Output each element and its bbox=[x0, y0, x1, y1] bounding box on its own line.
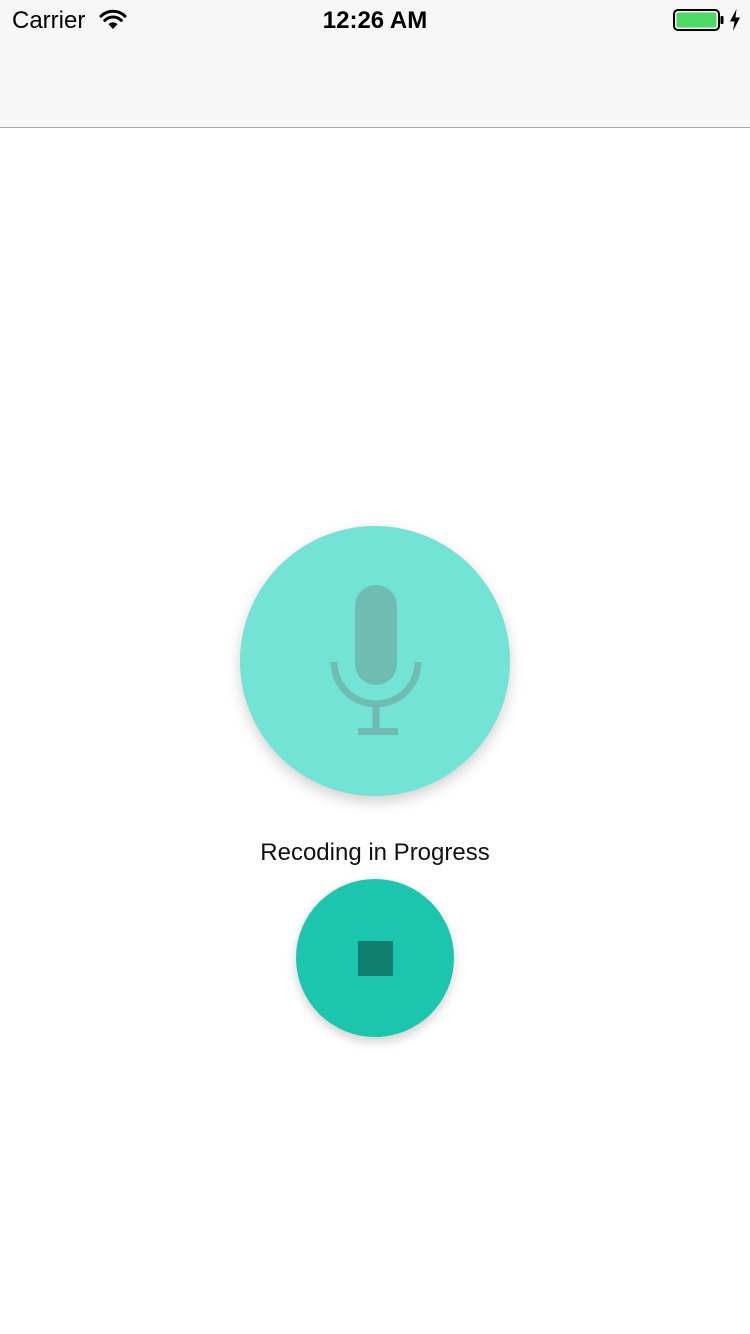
charging-bolt-icon bbox=[730, 9, 740, 31]
microphone-indicator bbox=[240, 526, 510, 796]
stop-recording-button[interactable] bbox=[296, 879, 454, 1037]
microphone-icon bbox=[330, 585, 422, 735]
status-bar: Carrier 12:26 AM bbox=[0, 0, 750, 128]
recording-status-text: Recoding in Progress bbox=[260, 839, 490, 866]
clock: 12:26 AM bbox=[322, 7, 428, 34]
battery-icon bbox=[673, 9, 724, 31]
stop-icon bbox=[358, 941, 393, 976]
